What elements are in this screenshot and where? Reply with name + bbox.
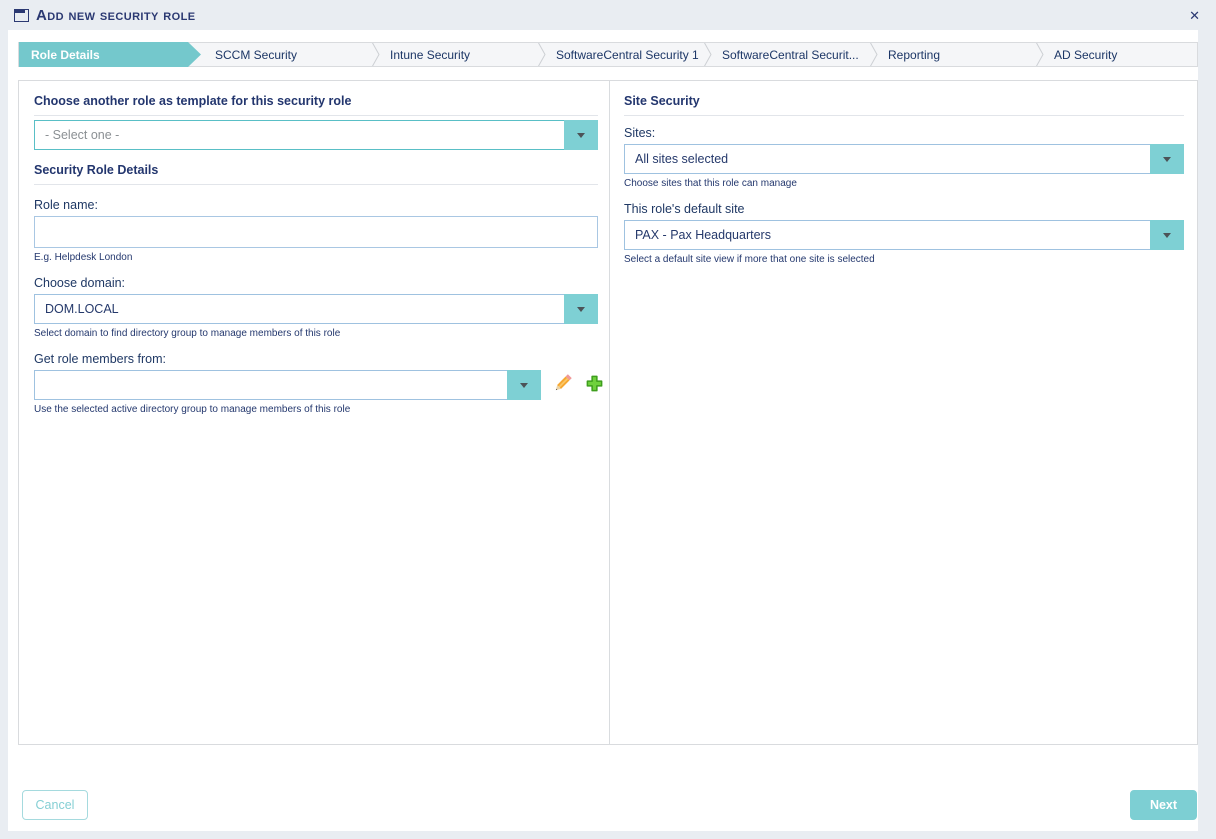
default-site-dropdown-button[interactable] — [1150, 220, 1184, 250]
chevron-right-icon — [537, 43, 546, 66]
details-section-heading: Security Role Details — [34, 163, 598, 185]
next-button[interactable]: Next — [1130, 790, 1197, 820]
chevron-down-icon — [577, 307, 585, 312]
sites-value: All sites selected — [625, 152, 770, 166]
cancel-button[interactable]: Cancel — [22, 790, 88, 820]
dialog-titlebar: Add new security role ✕ — [0, 0, 1216, 30]
role-name-label: Role name: — [34, 198, 598, 212]
dialog-panel: Role Details SCCM Security Intune Securi… — [8, 30, 1198, 831]
role-name-hint: E.g. Helpdesk London — [34, 252, 598, 263]
page-title: Add new security role — [36, 7, 195, 24]
role-members-row — [34, 366, 598, 400]
pencil-icon — [552, 372, 574, 394]
site-section-heading: Site Security — [624, 94, 1184, 116]
role-template-dropdown[interactable]: - Select one - — [34, 120, 598, 150]
tab-ad-security[interactable]: AD Security — [1031, 43, 1197, 66]
default-site-dropdown[interactable]: PAX - Pax Headquarters — [624, 220, 1184, 250]
column-divider — [609, 81, 610, 744]
chevron-right-icon — [703, 43, 712, 66]
domain-hint: Select domain to find directory group to… — [34, 328, 598, 339]
domain-value: DOM.LOCAL — [35, 302, 161, 316]
window-icon — [14, 9, 29, 22]
tab-softwarecentral-security-2[interactable]: SoftwareCentral Securit... — [699, 43, 865, 66]
site-security-column: Site Security Sites: All sites selected … — [624, 81, 1184, 265]
default-site-hint: Select a default site view if more that … — [624, 254, 1184, 265]
domain-label: Choose domain: — [34, 276, 598, 290]
domain-dropdown-button[interactable] — [564, 294, 598, 324]
tab-softwarecentral-security-1[interactable]: SoftwareCentral Security 1 — [533, 43, 699, 66]
chevron-down-icon — [1163, 157, 1171, 162]
plus-icon — [585, 374, 604, 393]
role-members-dropdown-button[interactable] — [507, 370, 541, 400]
tab-sccm-security[interactable]: SCCM Security — [201, 43, 367, 66]
sites-label: Sites: — [624, 126, 1184, 140]
role-members-dropdown[interactable] — [34, 370, 541, 400]
chevron-down-icon — [1163, 233, 1171, 238]
default-site-value: PAX - Pax Headquarters — [625, 228, 813, 242]
chevron-right-icon — [1035, 43, 1044, 66]
add-group-button[interactable] — [585, 374, 604, 393]
form-content: Choose another role as template for this… — [18, 80, 1198, 745]
chevron-down-icon — [520, 383, 528, 388]
wizard-tabbar: Role Details SCCM Security Intune Securi… — [18, 42, 1198, 67]
domain-dropdown[interactable]: DOM.LOCAL — [34, 294, 598, 324]
role-name-input[interactable] — [34, 216, 598, 248]
role-template-value: - Select one - — [35, 128, 161, 142]
role-details-column: Choose another role as template for this… — [34, 81, 598, 415]
role-template-dropdown-button[interactable] — [564, 120, 598, 150]
default-site-label: This role's default site — [624, 202, 1184, 216]
chevron-right-icon — [869, 43, 878, 66]
role-members-hint: Use the selected active directory group … — [34, 404, 598, 415]
template-section-heading: Choose another role as template for this… — [34, 94, 598, 116]
sites-hint: Choose sites that this role can manage — [624, 178, 1184, 189]
tab-reporting[interactable]: Reporting — [865, 43, 1031, 66]
role-members-label: Get role members from: — [34, 352, 598, 366]
sites-dropdown[interactable]: All sites selected — [624, 144, 1184, 174]
chevron-right-icon — [371, 43, 380, 66]
close-icon[interactable]: ✕ — [1189, 9, 1200, 22]
edit-group-button[interactable] — [552, 372, 574, 394]
chevron-down-icon — [577, 133, 585, 138]
tab-role-details[interactable]: Role Details — [19, 42, 201, 67]
sites-dropdown-button[interactable] — [1150, 144, 1184, 174]
tab-intune-security[interactable]: Intune Security — [367, 43, 533, 66]
